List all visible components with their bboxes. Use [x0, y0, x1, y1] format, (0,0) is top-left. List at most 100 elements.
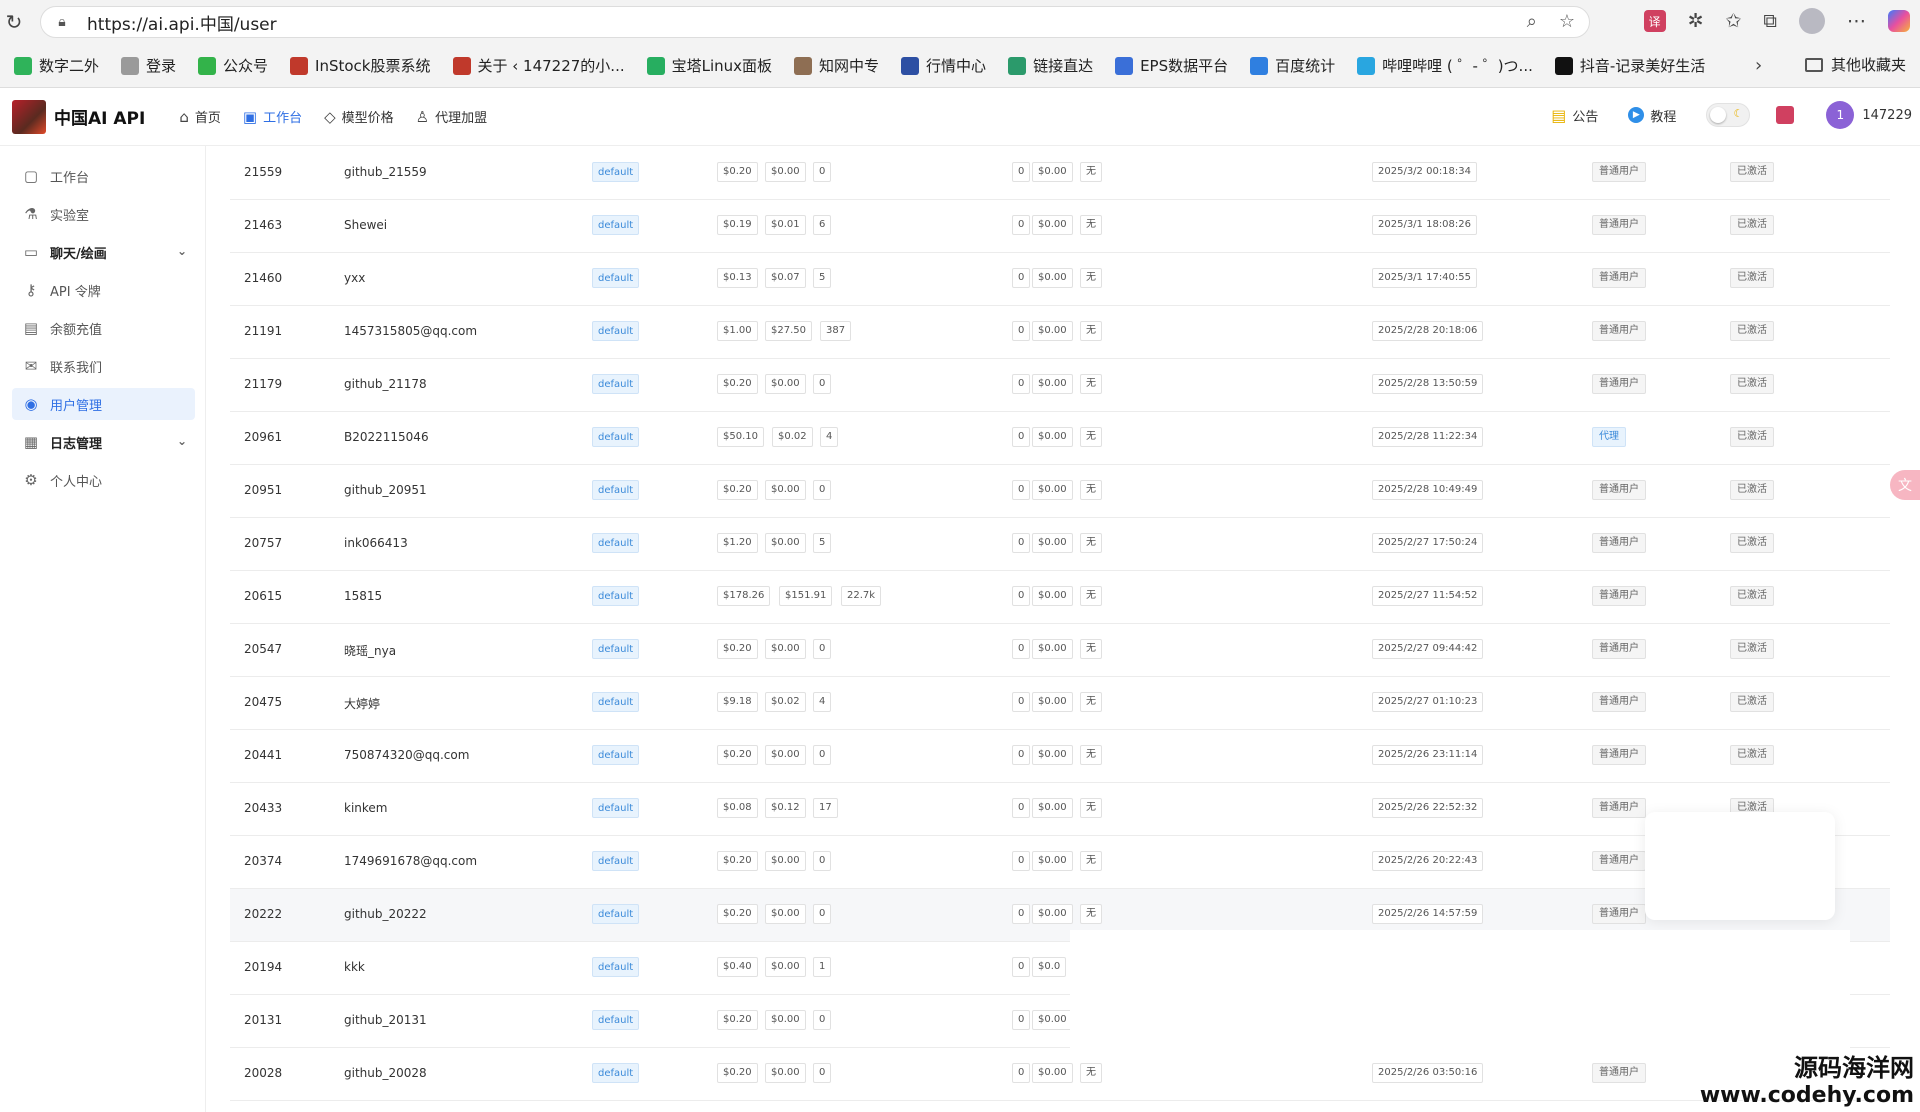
lock-icon[interactable]: 🔒︎: [47, 14, 77, 30]
sidebar-item-label: 聊天/绘画: [50, 246, 107, 262]
profile-icon[interactable]: [1799, 8, 1825, 34]
favorite-star-icon[interactable]: ☆: [1559, 11, 1575, 32]
collections-icon[interactable]: ⧉: [1763, 10, 1777, 32]
sidebar-item-label: 余额充值: [50, 322, 103, 338]
table-row[interactable]: 21460 yxx default $0.13 $0.07 5 0 $0.00 无 2025/3/…: [230, 253, 1890, 306]
table-row[interactable]: 21463 Shewei default $0.19 $0.01 6 0 $0.00 无 2025…: [230, 200, 1890, 253]
chevron-down-icon[interactable]: ⌄: [177, 244, 187, 258]
translate-float-icon[interactable]: 文: [1890, 470, 1920, 500]
group-tag: default: [592, 215, 640, 235]
flask-icon: ⚗: [24, 205, 38, 223]
nav-item-0[interactable]: ⌂ 首页: [179, 107, 221, 127]
table-row[interactable]: 20028 github_20028 default $0.20 $0.00 0 0 $0.0…: [230, 1048, 1890, 1101]
more-icon[interactable]: ⋯: [1847, 10, 1866, 32]
bookmark-favicon-icon: [121, 56, 140, 75]
nav-item-3[interactable]: ♙ 代理加盟: [416, 107, 487, 127]
quota-balance-tag: $0.20: [717, 851, 758, 871]
bookmark-item[interactable]: 关于 ‹ 147227的小...: [452, 55, 625, 76]
sidebar-item-1[interactable]: ⚗ 实验室: [12, 198, 195, 230]
bookmark-item[interactable]: 知网中专: [794, 55, 879, 76]
username[interactable]: 147229: [1862, 108, 1912, 123]
table-row[interactable]: 21191 1457315805@qq.com default $1.00 $27.50…: [230, 306, 1890, 359]
reload-icon[interactable]: ↻: [2, 10, 26, 34]
table-row[interactable]: 21179 github_21178 default $0.20 $0.00 0 0 $0.0…: [230, 359, 1890, 412]
group-tag: default: [592, 162, 640, 182]
nav-item-1[interactable]: ▣ 工作台: [243, 107, 302, 127]
bookmark-item[interactable]: 登录: [121, 55, 176, 76]
bookmark-favicon-icon: [290, 56, 309, 75]
brand-logo[interactable]: [12, 99, 46, 134]
table-row[interactable]: 20441 750874320@qq.com default $0.20 $0.00 0 0…: [230, 730, 1890, 783]
invite-inv_amt-tag: $0.00: [1032, 745, 1073, 765]
invite-inviter-tag: 无: [1080, 321, 1102, 341]
group-tag: default: [592, 798, 640, 818]
quota-balance-tag: $0.20: [717, 1010, 758, 1030]
bookmark-item[interactable]: InStock股票系统: [290, 55, 431, 76]
extensions-puzzle-icon[interactable]: ✲: [1688, 10, 1704, 32]
status-badge: 已激活: [1730, 215, 1774, 235]
table-row[interactable]: 20615 15815 default $178.26 $151.91 22.7k 0 $0.…: [230, 571, 1890, 624]
sidebar-item-3[interactable]: ⚷ API 令牌: [12, 274, 195, 306]
theme-toggle[interactable]: ☾: [1706, 103, 1751, 127]
quota-used-tag: $0.00: [765, 957, 806, 977]
address-bar[interactable]: 🔒︎ https://ai.api.中国/user ⌕ ☆: [40, 6, 1590, 38]
bookmark-favicon-icon: [14, 56, 32, 75]
sidebar-item-5[interactable]: ✉ 联系我们: [12, 350, 195, 382]
quota-count-tag: 4: [820, 427, 839, 447]
nav-item-2[interactable]: ◇ 模型价格: [324, 107, 394, 127]
invite-inv-tag: 0: [1012, 374, 1031, 394]
quota-used-tag: $0.07: [765, 268, 806, 288]
bookmark-item[interactable]: EPS数据平台: [1115, 55, 1228, 76]
favorites-icon[interactable]: ✩: [1726, 10, 1742, 32]
zoom-icon[interactable]: ⌕: [1527, 11, 1537, 32]
quota-count-tag: 0: [813, 904, 832, 924]
bookmark-item[interactable]: 链接直达: [1008, 55, 1093, 76]
sidebar-item-8[interactable]: ⚙ 个人中心: [12, 464, 195, 496]
bookmark-item[interactable]: 数字二外: [14, 55, 99, 76]
status-badge: 已激活: [1730, 427, 1774, 447]
other-bookmarks-button[interactable]: 其他收藏夹: [1805, 54, 1906, 75]
table-row[interactable]: 20547 晓瑶_nya default $0.20 $0.00 0 0 $0.00 无 2025…: [230, 624, 1890, 677]
bookmark-item[interactable]: 抖音-记录美好生活: [1554, 55, 1705, 76]
role-tag: 普通用户: [1592, 215, 1646, 235]
table-row[interactable]: 20433 kinkem default $0.08 $0.12 17 0 $0.00 无 202…: [230, 783, 1890, 836]
chevron-down-icon[interactable]: ⌄: [177, 434, 187, 448]
bookmark-item[interactable]: 公众号: [198, 55, 268, 76]
sidebar-item-6[interactable]: ◉ 用户管理: [12, 388, 195, 420]
quota-count-tag: 0: [813, 745, 832, 765]
language-icon[interactable]: [1776, 106, 1795, 124]
table-row[interactable]: 20475 大婷婷 default $9.18 $0.02 4 0 $0.00 无 2025/2/…: [230, 677, 1890, 730]
copilot-icon[interactable]: [1888, 10, 1910, 32]
status-badge: 已激活: [1730, 162, 1774, 182]
bookmark-item[interactable]: 宝塔Linux面板: [646, 55, 772, 76]
extension-icon[interactable]: 译: [1643, 10, 1666, 32]
bookmark-item[interactable]: 哔哩哔哩 ( ゜- ゜)つ...: [1357, 55, 1533, 76]
invite-inv-tag: 0: [1012, 1010, 1031, 1030]
created-date-tag: 2025/3/1 18:08:26: [1372, 215, 1478, 235]
invite-inv-tag: 0: [1012, 692, 1031, 712]
sidebar-item-0[interactable]: ▢ 工作台: [12, 160, 195, 192]
bookmark-item[interactable]: 行情中心: [901, 55, 986, 76]
chevron-right-icon[interactable]: ›: [1755, 55, 1762, 76]
announcement-button[interactable]: ▤ 公告: [1551, 106, 1598, 125]
table-row[interactable]: 20757 ink066413 default $1.20 $0.00 5 0 $0.00 无 2…: [230, 518, 1890, 571]
quota-used-tag: $27.50: [765, 321, 812, 341]
bookmark-item[interactable]: 百度统计: [1250, 55, 1335, 76]
invite-inv_amt-tag: $0.00: [1032, 798, 1073, 818]
sidebar-item-7[interactable]: ▦ 日志管理 ⌄: [12, 426, 195, 458]
url-text[interactable]: https://ai.api.中国/user: [87, 10, 277, 35]
user-avatar[interactable]: 1: [1826, 101, 1855, 129]
quota-count-tag: 0: [813, 1010, 832, 1030]
sidebar-item-2[interactable]: ▭ 聊天/绘画 ⌄: [12, 236, 195, 268]
brand-name[interactable]: 中国AI API: [54, 104, 145, 129]
table-row[interactable]: 20961 B2022115046 default $50.10 $0.02 4 0 $0.0…: [230, 412, 1890, 465]
table-row[interactable]: 21559 github_21559 default $0.20 $0.00 0 0 $0.0…: [230, 147, 1890, 200]
user-id: 20615: [244, 589, 283, 603]
tutorial-button[interactable]: ▶ 教程: [1628, 106, 1676, 125]
table-row[interactable]: 20374 1749691678@qq.com default $0.20 $0.00 0…: [230, 836, 1890, 889]
sidebar-item-4[interactable]: ▤ 余额充值: [12, 312, 195, 344]
overlay-panel: [1645, 812, 1835, 920]
group-tag: default: [592, 321, 640, 341]
invite-inv_amt-tag: $0.00: [1032, 586, 1073, 606]
table-row[interactable]: 20951 github_20951 default $0.20 $0.00 0 0 $0.0…: [230, 465, 1890, 518]
